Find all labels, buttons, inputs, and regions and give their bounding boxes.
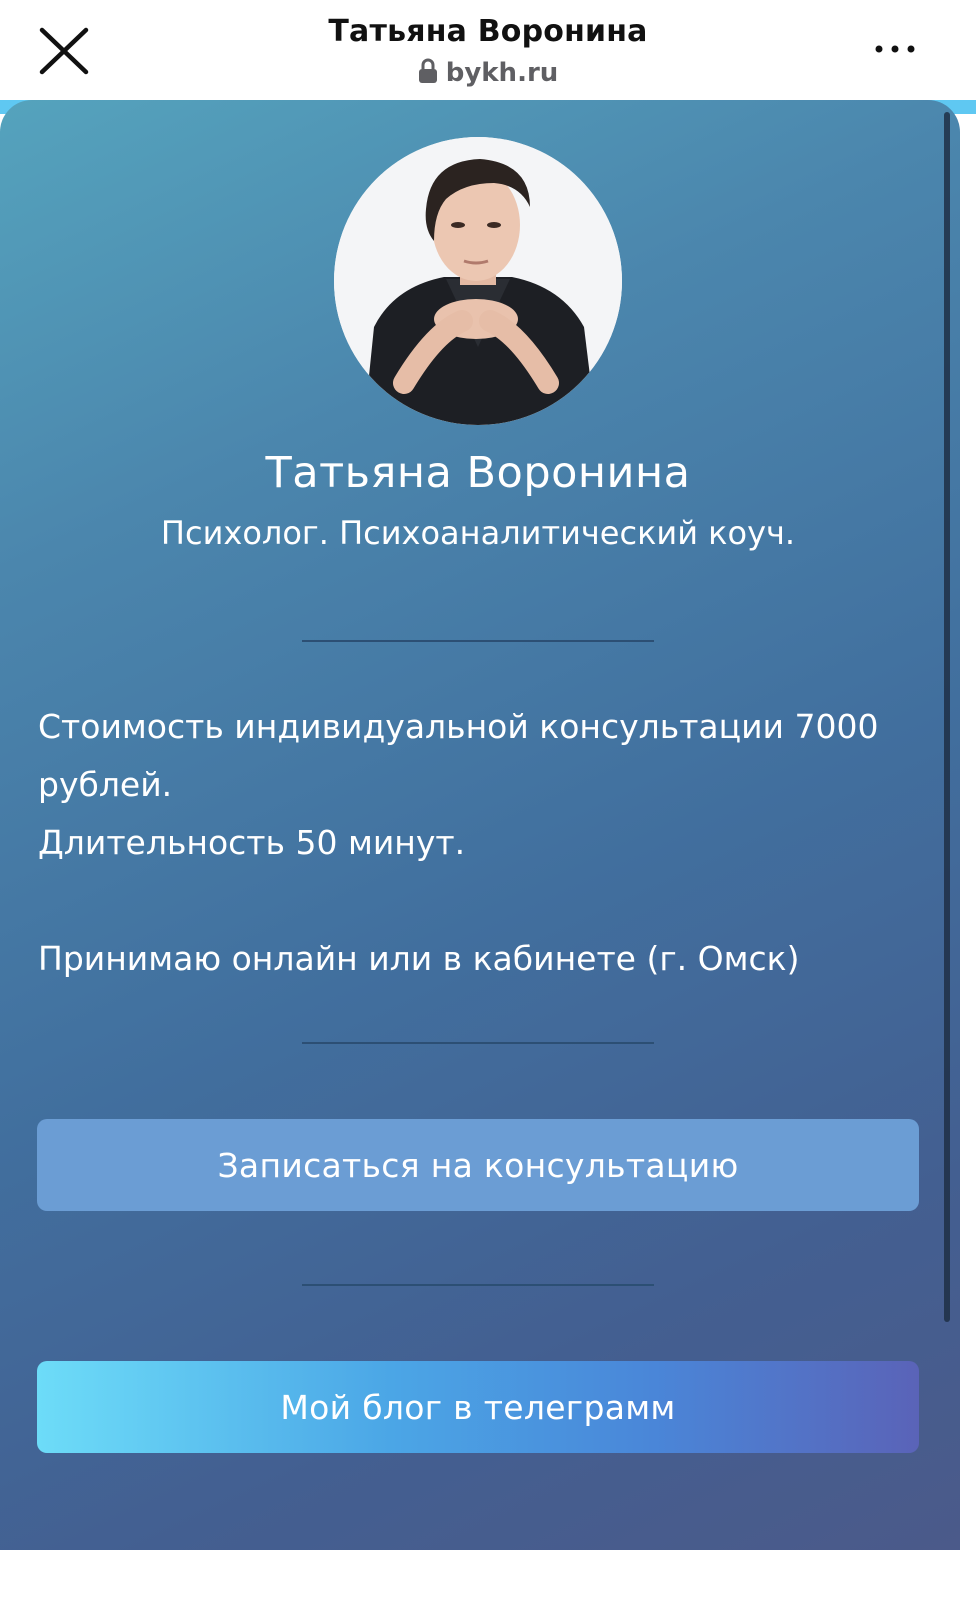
avatar-portrait (334, 137, 622, 425)
telegram-blog-label: Мой блог в телеграмм (280, 1387, 676, 1427)
profile-subtitle: Психолог. Психоаналитический коуч. (160, 514, 796, 552)
browser-header: Татьяна Воронина bykh.ru (0, 0, 976, 100)
url-text: bykh.ru (445, 58, 559, 88)
bottom-bar (0, 1550, 976, 1600)
divider (302, 1284, 654, 1286)
url-display: bykh.ru (0, 58, 976, 88)
scrollbar[interactable] (944, 112, 950, 1322)
duration-info: Длительность 50 минут. (38, 823, 466, 862)
more-options-button[interactable] (870, 36, 920, 62)
lock-icon (418, 58, 437, 83)
location-info: Принимаю онлайн или в кабинете (г. Омск) (38, 939, 800, 978)
divider (302, 640, 654, 642)
divider (302, 1042, 654, 1044)
profile-name: Татьяна Воронина (265, 448, 691, 498)
book-consultation-button[interactable]: Записаться на консультацию (37, 1119, 919, 1211)
more-icon (875, 45, 915, 53)
avatar (334, 137, 622, 425)
telegram-blog-button[interactable]: Мой блог в телеграмм (37, 1361, 919, 1453)
price-info: Стоимость индивидуальной консультации 70… (38, 707, 879, 804)
page-title: Татьяна Воронина (328, 14, 648, 49)
book-consultation-label: Записаться на консультацию (217, 1145, 739, 1185)
